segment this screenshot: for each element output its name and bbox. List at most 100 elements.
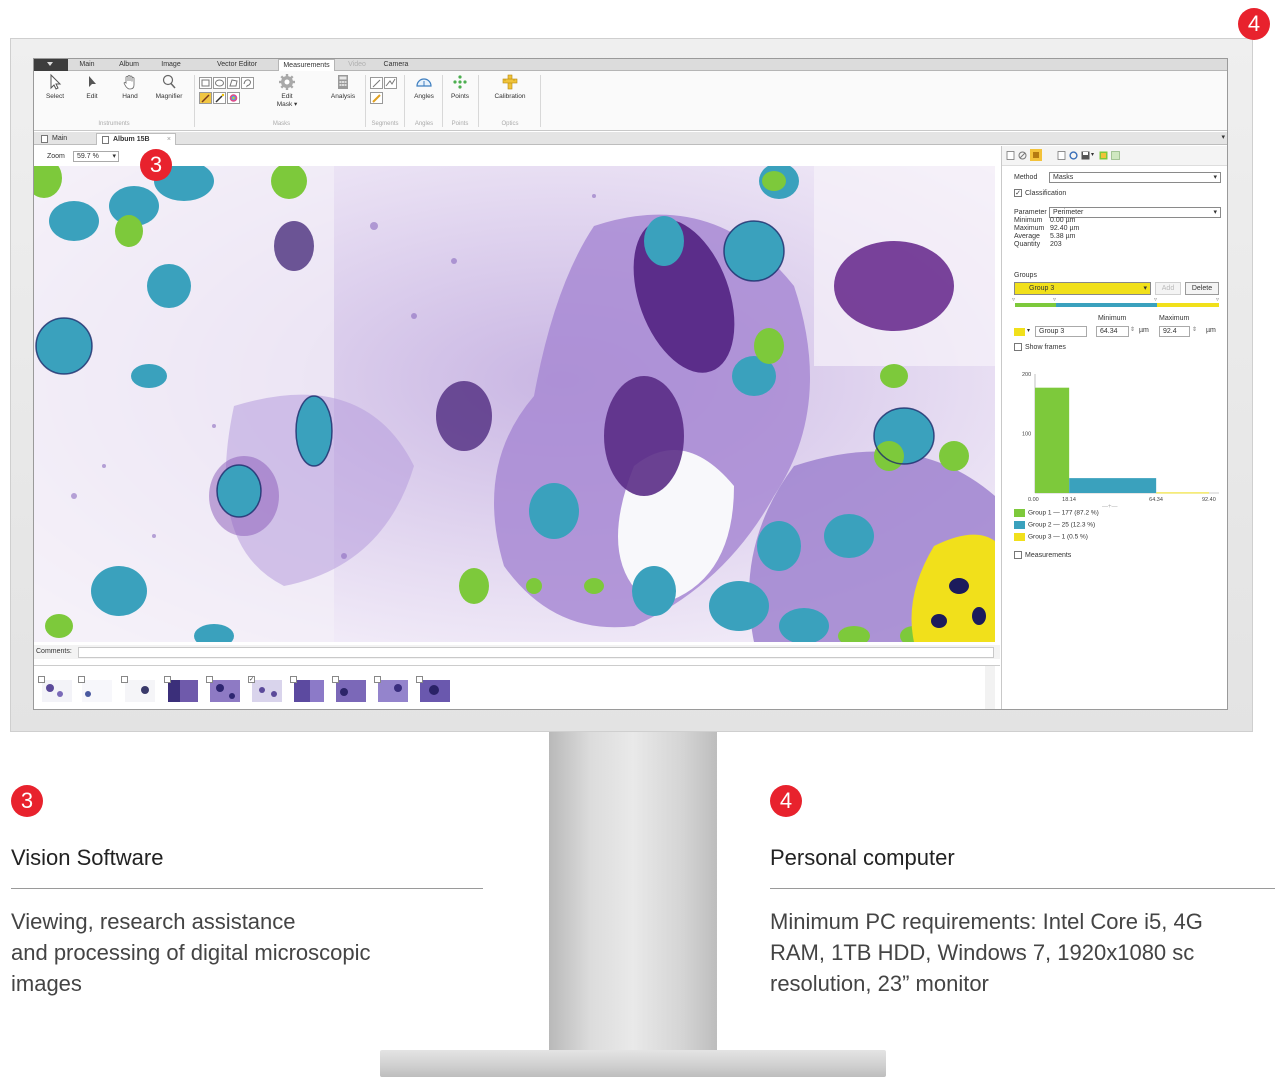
close-icon[interactable]: × xyxy=(167,134,171,145)
group-name-field[interactable]: Group 3 xyxy=(1035,326,1087,337)
zoom-row: Zoom 59.7 % xyxy=(34,146,1002,166)
segment-polyline-button[interactable] xyxy=(384,77,397,89)
callout-badge-computer: 4 xyxy=(1238,8,1270,40)
thumbnail[interactable] xyxy=(374,676,410,704)
tab-image[interactable]: Image xyxy=(156,59,186,71)
group-label-angles: Angles xyxy=(414,121,434,127)
protractor-icon xyxy=(416,78,432,87)
chevron-down-icon[interactable]: ▾ xyxy=(1091,151,1094,158)
grid-mode-icon[interactable] xyxy=(1030,149,1042,161)
magic-wand-icon xyxy=(215,93,225,103)
spinner-icon[interactable]: ⇕ xyxy=(1192,326,1197,333)
refresh-icon[interactable] xyxy=(1069,151,1078,160)
tab-vector-editor[interactable]: Vector Editor xyxy=(210,59,264,71)
thumbnail-checkbox[interactable] xyxy=(290,676,297,683)
magic-wand-button[interactable] xyxy=(213,92,226,104)
save-icon[interactable] xyxy=(1081,151,1090,160)
group-min-field[interactable]: 64.34 xyxy=(1096,326,1129,337)
lasso-icon xyxy=(243,79,251,88)
spreadsheet-icon[interactable] xyxy=(1111,151,1120,160)
group-color-swatch[interactable] xyxy=(1014,328,1025,336)
tab-measurements[interactable]: Measurements xyxy=(278,59,335,71)
copy-icon[interactable] xyxy=(1057,151,1066,160)
spinner-icon[interactable]: ⇕ xyxy=(1130,326,1135,333)
group-max-field[interactable]: 92.4 xyxy=(1159,326,1190,337)
thumbnail[interactable] xyxy=(332,676,368,704)
thumbnail-checkbox[interactable] xyxy=(78,676,85,683)
freehand-mask-button[interactable] xyxy=(241,77,254,89)
group-dropdown[interactable]: Group 3 xyxy=(1014,282,1151,295)
microscopy-image[interactable] xyxy=(34,166,995,642)
chevron-down-icon[interactable]: ▾ xyxy=(1221,133,1225,141)
range-handle-icon[interactable]: ▿ xyxy=(1154,296,1157,303)
thumbnail[interactable] xyxy=(121,676,157,704)
computer-title: Personal computer xyxy=(770,845,955,870)
thumbnail[interactable] xyxy=(206,676,242,704)
thumbnail[interactable] xyxy=(290,676,326,704)
doc-tab-album[interactable]: Album 15B × xyxy=(96,133,176,145)
mask-brush-button[interactable] xyxy=(199,92,212,104)
tab-album[interactable]: Album xyxy=(114,59,144,71)
comments-input[interactable] xyxy=(78,647,994,658)
thumbnail-selected[interactable]: ✓ xyxy=(248,676,284,704)
hand-icon xyxy=(123,75,135,90)
application-menu-button[interactable] xyxy=(34,59,68,71)
segment-pencil-button[interactable] xyxy=(370,92,383,104)
rectangle-mask-button[interactable] xyxy=(199,77,212,89)
group-range-bar[interactable] xyxy=(1015,303,1219,307)
polygon-mask-button[interactable] xyxy=(227,77,240,89)
thumbnail-checkbox[interactable] xyxy=(206,676,213,683)
thumbnail-checkbox[interactable] xyxy=(416,676,423,683)
delete-group-button[interactable]: Delete xyxy=(1185,282,1219,295)
angles-button[interactable]: Angles xyxy=(406,73,442,100)
thumbnail-checkbox[interactable]: ✓ xyxy=(248,676,255,683)
color-picker-button[interactable] xyxy=(227,92,240,104)
stat-row: Maximum 92.40 µm xyxy=(1014,225,1080,232)
points-button[interactable]: Points xyxy=(442,73,478,100)
ribbon-toolbar: Select Edit Hand Magnifier Instruments E… xyxy=(34,71,1227,131)
calibration-button[interactable]: Calibration xyxy=(485,73,535,100)
ribbon-separator xyxy=(365,75,366,127)
hand-tool-button[interactable]: Hand xyxy=(112,73,148,100)
edit-tool-button[interactable]: Edit xyxy=(74,73,110,100)
magnifier-tool-button[interactable]: Magnifier xyxy=(151,73,187,100)
ellipse-mask-button[interactable] xyxy=(213,77,226,89)
thumbnail-scrollbar[interactable] xyxy=(985,666,995,709)
range-handle-icon[interactable]: ▿ xyxy=(1216,296,1219,303)
range-handle-icon[interactable]: ▿ xyxy=(1053,296,1056,303)
range-segment-group3 xyxy=(1157,303,1219,307)
tab-camera[interactable]: Camera xyxy=(379,59,413,71)
x-tick-label: 18.14 xyxy=(1062,497,1076,503)
classification-checkbox[interactable]: ✓ xyxy=(1014,189,1022,197)
segment-line-button[interactable] xyxy=(370,77,383,89)
points-label: Points xyxy=(450,93,470,100)
report-icon[interactable] xyxy=(1006,151,1015,160)
thumbnail-checkbox[interactable] xyxy=(38,676,45,683)
range-handle-icon[interactable]: ▿ xyxy=(1012,296,1015,303)
zoom-dropdown[interactable]: 59.7 % xyxy=(73,151,119,162)
clear-icon[interactable] xyxy=(1018,151,1027,160)
thumbnail-checkbox[interactable] xyxy=(121,676,128,683)
method-dropdown[interactable]: Masks xyxy=(1049,172,1221,183)
thumbnail[interactable] xyxy=(164,676,200,704)
export-icon[interactable] xyxy=(1099,151,1108,160)
classification-label: Classification xyxy=(1025,190,1067,197)
chevron-down-icon[interactable]: ▾ xyxy=(1027,327,1030,334)
thumbnail-checkbox[interactable] xyxy=(164,676,171,683)
add-group-button: Add xyxy=(1155,282,1181,295)
group-label-segments: Segments xyxy=(371,121,399,127)
select-tool-button[interactable]: Select xyxy=(37,73,73,100)
tab-main[interactable]: Main xyxy=(72,59,102,71)
thumbnail[interactable] xyxy=(416,676,452,704)
measurements-checkbox[interactable] xyxy=(1014,551,1022,559)
edit-mask-button[interactable]: Edit Mask ▾ xyxy=(267,73,307,108)
thumbnail[interactable] xyxy=(78,676,114,704)
show-frames-checkbox[interactable] xyxy=(1014,343,1022,351)
thumbnail-checkbox[interactable] xyxy=(374,676,381,683)
thumbnail[interactable] xyxy=(38,676,74,704)
analysis-label: Analysis xyxy=(330,93,356,100)
doc-tab-main[interactable]: Main xyxy=(36,133,88,145)
measurement-panel: ▾ Method Masks ✓ Classification Paramete… xyxy=(1002,146,1227,709)
analysis-button[interactable]: Analysis xyxy=(324,73,362,100)
thumbnail-checkbox[interactable] xyxy=(332,676,339,683)
